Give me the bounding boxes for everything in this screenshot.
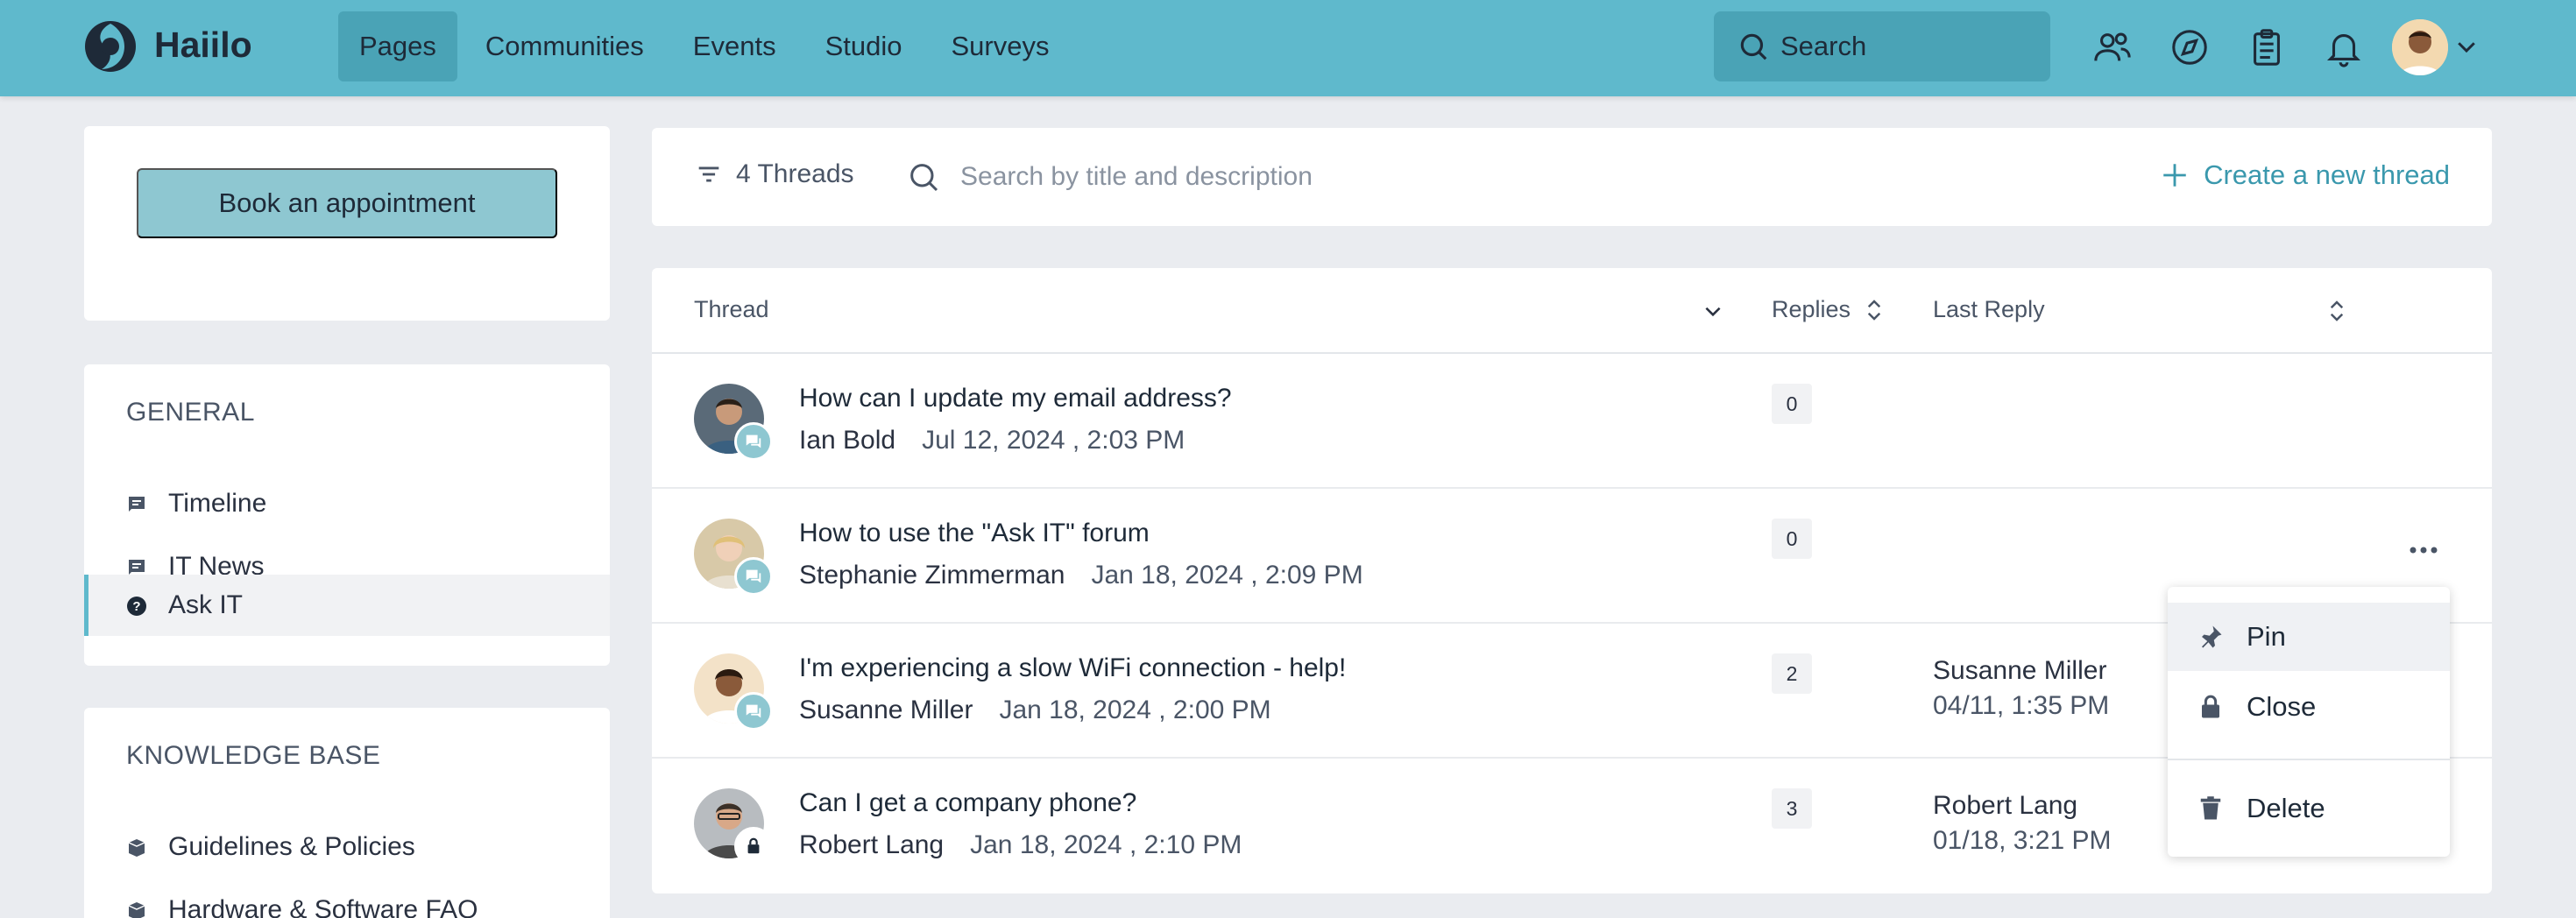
create-thread-button[interactable]: Create a new thread [2160,159,2450,191]
thread-title[interactable]: Can I get a company phone? [799,788,1136,818]
header-thread[interactable]: Thread [694,296,769,323]
menu-item-label: Pin [2247,621,2286,652]
thread-meta: Susanne Miller Jan 18, 2024 , 2:00 PM [799,696,1271,725]
last-reply: Susanne Miller 04/11, 1:35 PM [1933,653,2109,724]
last-reply-date: 04/11, 1:35 PM [1933,691,2110,720]
menu-item-pin[interactable]: Pin [2168,603,2450,671]
thread-title[interactable]: I'm experiencing a slow WiFi connection … [799,653,1346,683]
replies-count: 2 [1772,653,1812,694]
thread-meta: Robert Lang Jan 18, 2024 , 2:10 PM [799,830,1242,860]
bell-icon[interactable] [2324,27,2364,67]
clipboard-icon[interactable] [2247,27,2287,67]
plus-icon [2163,164,2186,187]
replies-count: 0 [1772,519,1812,559]
sidebar-item-label: Timeline [168,489,267,518]
sidebar-item-timeline[interactable]: Timeline [84,473,610,534]
thread-title[interactable]: How can I update my email address? [799,384,1232,413]
general-panel: GENERAL Timeline IT News ? Ask IT [84,364,610,666]
nav-pages[interactable]: Pages [338,11,457,81]
sidebar-item-label: Ask IT [168,590,244,619]
knowledge-section-title: KNOWLEDGE BASE [126,741,381,770]
thread-toolbar: 4 Threads Search by title and descriptio… [652,128,2492,226]
box-icon [128,839,145,857]
last-reply: Robert Lang 01/18, 3:21 PM [1933,788,2111,858]
header-replies-label: Replies [1772,296,1851,322]
last-reply-author[interactable]: Susanne Miller [1933,653,2109,688]
menu-divider [2168,759,2450,760]
table-row[interactable]: How can I update my email address? Ian B… [652,354,2492,489]
thread-meta: Stephanie Zimmerman Jan 18, 2024 , 2:09 P… [799,561,1363,590]
create-thread-label: Create a new thread [2204,159,2450,190]
search-placeholder: Search [1780,31,1867,61]
nav-communities[interactable]: Communities [464,11,665,81]
last-reply-date: 01/18, 3:21 PM [1933,826,2112,855]
trash-icon [2200,796,2221,820]
sort-icon [1867,299,1881,321]
thread-title[interactable]: How to use the "Ask IT" forum [799,519,1150,548]
chevron-down-icon[interactable] [1702,300,1724,322]
thread-context-menu: Pin Close Delete [2168,587,2450,857]
haiilo-logo-icon[interactable] [84,20,137,73]
book-appointment-button[interactable]: Book an appointment [137,168,557,238]
sort-icon[interactable] [2327,298,2346,324]
lock-icon [2202,695,2219,718]
threads-count: 4 Threads [736,159,854,188]
appointment-panel: Book an appointment [84,126,610,321]
compass-icon[interactable] [2169,27,2210,67]
search-icon [910,164,938,192]
comment-icon [129,497,145,512]
replies-count: 0 [1772,384,1812,424]
thread-author[interactable]: Susanne Miller [799,696,973,724]
header-last-reply[interactable]: Last Reply [1933,296,2045,323]
chat-badge-icon [734,692,773,731]
thread-author[interactable]: Stephanie Zimmerman [799,561,1065,590]
more-options-icon[interactable] [2406,541,2441,559]
menu-item-close[interactable]: Close [2168,673,2450,741]
thread-date: Jan 18, 2024 , 2:00 PM [999,696,1271,724]
menu-item-label: Delete [2247,793,2325,823]
last-reply-author[interactable]: Robert Lang [1933,788,2111,823]
thread-date: Jan 18, 2024 , 2:10 PM [970,830,1242,859]
sidebar-item-ask-it[interactable]: ? Ask IT [84,575,610,636]
header-replies[interactable]: Replies [1772,296,1884,323]
thread-author[interactable]: Robert Lang [799,830,944,859]
nav-surveys[interactable]: Surveys [930,11,1070,81]
chat-badge-icon [734,557,773,596]
people-icon[interactable] [2092,27,2133,67]
thread-date: Jan 18, 2024 , 2:09 PM [1091,561,1363,590]
svg-text:?: ? [132,599,140,614]
brand-name[interactable]: Haiilo [154,25,252,66]
thread-search-input[interactable]: Search by title and description [906,159,1313,194]
search-input[interactable]: Search [1714,11,2050,81]
nav-events[interactable]: Events [672,11,797,81]
thread-author[interactable]: Ian Bold [799,426,895,455]
knowledge-panel: KNOWLEDGE BASE Guidelines & Policies Har… [84,708,610,918]
menu-item-delete[interactable]: Delete [2168,774,2450,843]
table-header: Thread Replies Last Reply [652,268,2492,354]
main-nav: Pages Communities Events Studio Surveys [338,11,1077,81]
threads-filter[interactable]: 4 Threads [694,159,854,189]
avatar[interactable] [2392,19,2448,75]
sidebar-item-faq[interactable]: Hardware & Software FAQ [84,879,610,918]
chat-badge-icon [734,422,773,461]
sidebar-item-label: Guidelines & Policies [168,832,415,861]
thread-date: Jul 12, 2024 , 2:03 PM [922,426,1185,455]
general-section-title: GENERAL [126,398,255,427]
thread-meta: Ian Bold Jul 12, 2024 , 2:03 PM [799,426,1185,455]
sidebar-item-label: Hardware & Software FAQ [168,895,478,918]
box-icon [128,902,145,918]
question-circle-icon: ? [127,597,146,616]
search-icon [1740,33,1767,60]
menu-item-label: Close [2247,691,2317,722]
pin-icon [2202,625,2222,648]
nav-studio[interactable]: Studio [804,11,924,81]
filter-icon [698,166,719,182]
lock-badge-icon [734,827,773,865]
replies-count: 3 [1772,788,1812,829]
top-bar: Haiilo Pages Communities Events Studio S… [0,0,2576,96]
thread-search-placeholder: Search by title and description [960,162,1313,191]
sidebar-item-guidelines[interactable]: Guidelines & Policies [84,816,610,878]
chevron-down-icon[interactable] [2453,33,2480,60]
